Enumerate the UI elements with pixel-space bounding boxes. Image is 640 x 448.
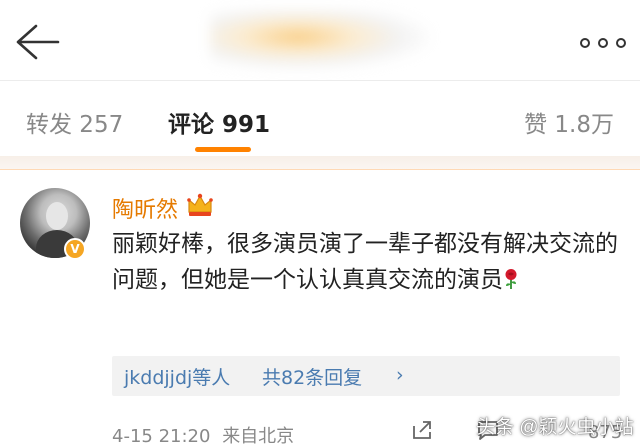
comment-username[interactable]: 陶昕然 — [112, 192, 178, 224]
replies-preview[interactable]: jkddjjdj等人 共82条回复 › — [112, 356, 620, 396]
chevron-right-icon: › — [396, 364, 404, 386]
reply-count: 共82条回复 — [262, 367, 363, 389]
rose-icon — [505, 269, 517, 289]
tab-comments[interactable]: 评论 991 — [168, 105, 270, 139]
tab-bar: 转发 257 评论 991 赞 1.8万 — [0, 81, 640, 156]
comment-timestamp: 4-15 21:20 — [112, 426, 211, 447]
comment-location: 来自北京 — [222, 426, 295, 447]
tab-repost[interactable]: 转发 257 — [26, 105, 123, 139]
watermark: 头条 @颖火虫小站 — [476, 417, 634, 438]
avatar-face — [46, 202, 68, 230]
section-separator — [0, 156, 640, 170]
verified-badge-icon: V — [64, 238, 86, 260]
reply-users: jkddjjdj等人 — [124, 367, 231, 389]
crown-icon — [187, 193, 213, 216]
share-icon[interactable] — [410, 418, 434, 442]
comment-meta: 4-15 21:20 来自北京 — [112, 422, 294, 448]
top-bar — [0, 0, 640, 80]
back-arrow-icon[interactable] — [14, 22, 62, 62]
tab-likes[interactable]: 赞 1.8万 — [524, 105, 614, 139]
blurred-title — [210, 10, 430, 70]
comment-text: 丽颖好棒，很多演员演了一辈子都没有解决交流的问题，但她是一个认认真真交流的演员 — [112, 226, 632, 298]
active-tab-indicator — [195, 147, 251, 152]
comment-item: V 陶昕然 丽颖好棒，很多演员演了一辈子都没有解决交流的问题，但她是一个认认真真… — [0, 170, 640, 447]
more-icon[interactable] — [578, 34, 626, 50]
comment-body: 丽颖好棒，很多演员演了一辈子都没有解决交流的问题，但她是一个认认真真交流的演员 — [112, 231, 618, 293]
